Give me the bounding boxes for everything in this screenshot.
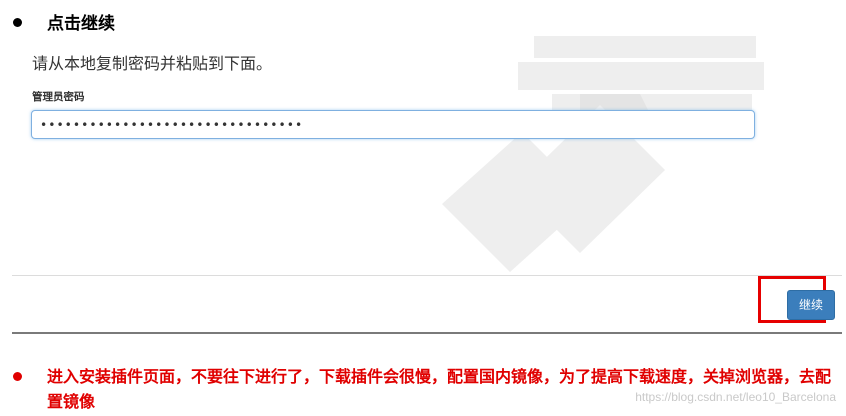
section-divider xyxy=(12,332,842,334)
password-label: 管理员密码 xyxy=(32,91,85,103)
bullet-icon xyxy=(13,18,22,27)
url-watermark: https://blog.csdn.net/leo10_Barcelona xyxy=(635,390,836,404)
note-text: 进入安装插件页面，不要往下进行了，下载插件会很慢，配置国内镜像，为了提高下载速度… xyxy=(47,367,832,411)
continue-button[interactable]: 继续 xyxy=(787,290,835,320)
step-heading: 点击继续 xyxy=(47,14,115,34)
bullet-icon xyxy=(13,372,22,381)
divider xyxy=(12,275,842,276)
instruction-text: 请从本地复制密码并粘贴到下面。 xyxy=(32,54,273,73)
admin-password-input[interactable] xyxy=(31,110,755,139)
jenkins-key-icon xyxy=(442,36,764,272)
